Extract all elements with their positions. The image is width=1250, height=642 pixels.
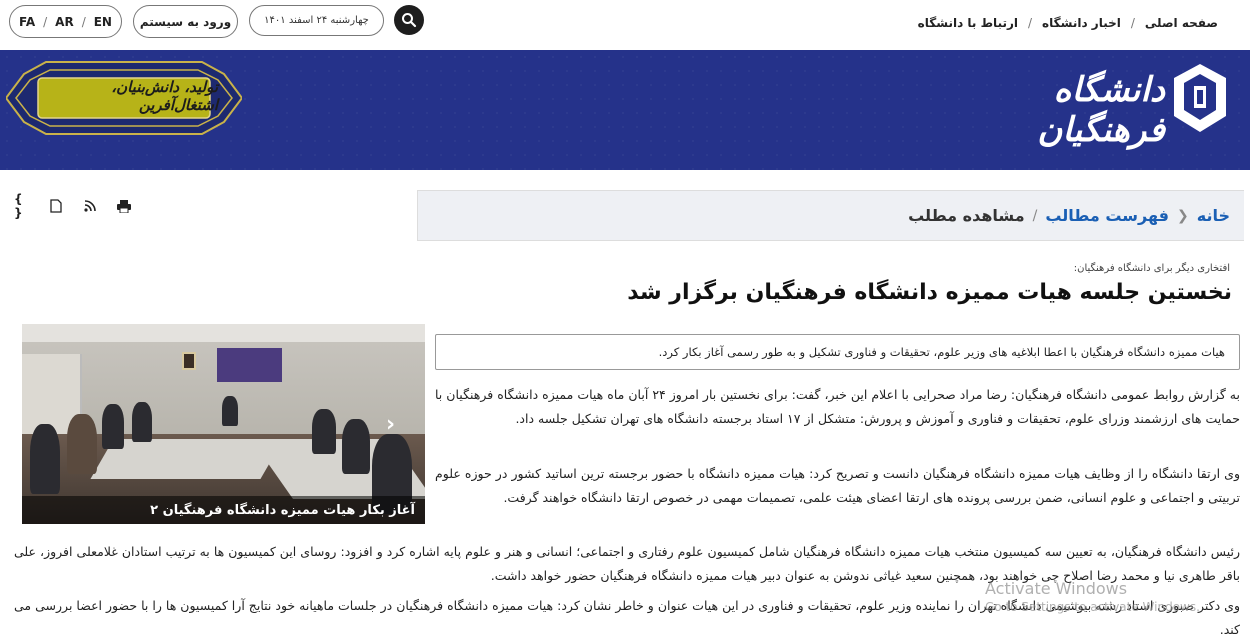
slider-next-icon[interactable]: › — [386, 412, 395, 437]
photo-ceiling — [22, 324, 425, 342]
language-switcher: FA / AR / EN — [9, 5, 122, 38]
nav-separator: / — [1130, 16, 1135, 30]
lang-separator: / — [81, 14, 86, 29]
windows-activation-watermark: Activate Windows Go to Settings to activ… — [985, 580, 1200, 616]
article-photo-slider[interactable]: › آغاز بکار هیات ممیزه دانشگاه فرهنگیان … — [22, 324, 425, 524]
watermark-subtitle: Go to Settings to activate Windows. — [985, 600, 1200, 614]
nav-home-link[interactable]: صفحه اصلی — [1145, 16, 1218, 30]
photo-person — [312, 409, 336, 454]
top-nav: صفحه اصلی / اخبار دانشگاه / ارتباط با دا… — [918, 16, 1218, 30]
article-paragraph: به گزارش روابط عمومی دانشگاه فرهنگیان: ر… — [435, 387, 1240, 426]
university-logo-text[interactable]: دانشگاه فرهنگیان — [925, 70, 1165, 150]
article-tools: { } — [14, 192, 132, 220]
photo-person — [222, 396, 238, 426]
breadcrumb-separator: / — [1032, 207, 1038, 224]
document-icon[interactable] — [48, 198, 64, 214]
date-display: چهارشنبه ۲۴ اسفند ۱۴۰۱ — [249, 5, 384, 36]
lang-en-link[interactable]: EN — [94, 15, 112, 29]
article-kicker: افتخاری دیگر برای دانشگاه فرهنگیان: — [1073, 263, 1230, 274]
article-lead: هیات ممیزه دانشگاه فرهنگیان با اعطا ابلا… — [435, 334, 1240, 370]
university-emblem-icon[interactable] — [1170, 62, 1230, 138]
rss-icon[interactable] — [82, 198, 98, 214]
article-paragraph: وی ارتقا دانشگاه را از وظایف هیات ممیزه … — [435, 466, 1240, 505]
breadcrumb-list-link[interactable]: فهرست مطالب — [1045, 206, 1169, 225]
breadcrumb-home-link[interactable]: خانه — [1197, 206, 1230, 225]
chevron-left-icon: ❮ — [1177, 207, 1189, 224]
photo-person — [67, 414, 97, 474]
print-icon[interactable] — [116, 198, 132, 214]
photo-caption: آغاز بکار هیات ممیزه دانشگاه فرهنگیان ۲ — [22, 496, 425, 524]
article-title: نخستین جلسه هیات ممیزه دانشگاه فرهنگیان … — [627, 280, 1232, 305]
lang-fa-link[interactable]: FA — [19, 15, 35, 29]
site-banner: تولید، دانش‌بنیان، اشتغال‌آفرین دانشگاه … — [0, 50, 1250, 170]
photo-person — [132, 402, 152, 442]
breadcrumb-current: مشاهده مطلب — [908, 206, 1025, 225]
photo-person — [102, 404, 124, 449]
nav-news-link[interactable]: اخبار دانشگاه — [1042, 16, 1121, 30]
nav-contact-link[interactable]: ارتباط با دانشگاه — [918, 16, 1018, 30]
breadcrumb: خانه ❮ فهرست مطالب / مشاهده مطلب — [417, 190, 1244, 241]
lang-ar-link[interactable]: AR — [55, 15, 74, 29]
watermark-title: Activate Windows — [985, 579, 1128, 598]
photo-person — [30, 424, 60, 494]
login-button[interactable]: ورود به سیستم — [133, 5, 238, 38]
search-icon — [402, 13, 417, 28]
json-icon[interactable]: { } — [14, 192, 30, 220]
photo-screen — [217, 348, 282, 382]
photo-person — [342, 419, 370, 474]
search-button[interactable] — [394, 5, 424, 35]
lang-separator: / — [43, 14, 48, 29]
photo-frame — [182, 352, 196, 370]
nav-separator: / — [1028, 16, 1033, 30]
slogan-text: تولید، دانش‌بنیان، اشتغال‌آفرین — [111, 78, 218, 114]
top-bar: صفحه اصلی / اخبار دانشگاه / ارتباط با دا… — [0, 0, 1250, 50]
